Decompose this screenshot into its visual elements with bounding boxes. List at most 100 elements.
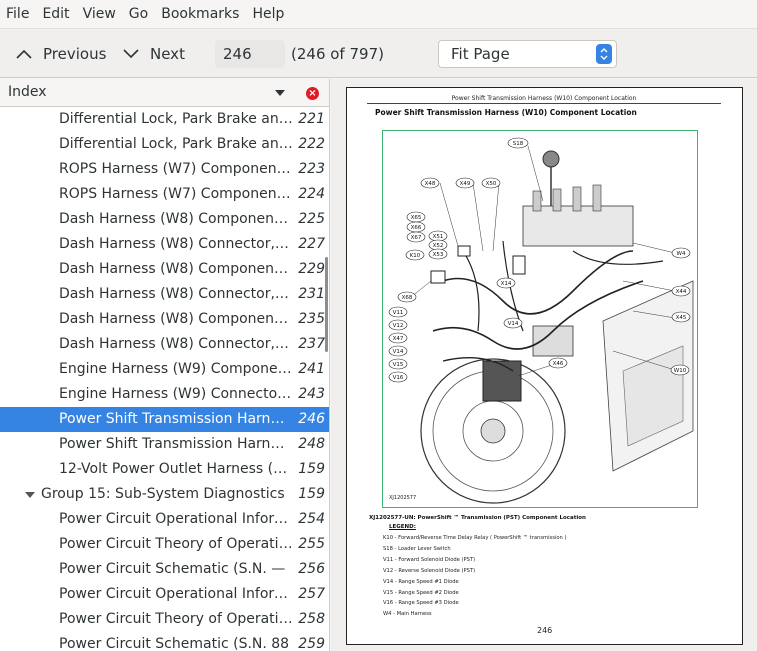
dropdown-arrow-icon[interactable] <box>275 90 285 96</box>
index-row-page: 256 <box>298 561 325 577</box>
legend-item: V12 - Reverse Solenoid Diode (PST) <box>383 567 476 574</box>
index-row-page: 227 <box>298 236 325 252</box>
index-row-page: 254 <box>298 511 325 527</box>
document-page: Power Shift Transmission Harness (W10) C… <box>346 87 743 645</box>
index-row[interactable]: Differential Lock, Park Brake and Transm… <box>0 132 329 157</box>
svg-text:X44: X44 <box>676 289 687 295</box>
svg-text:V12: V12 <box>393 323 404 329</box>
index-row[interactable]: Dash Harness (W8) Connector, Wire Color 2… <box>0 232 329 257</box>
index-row[interactable]: Power Shift Transmission Harness (W10) C… <box>0 407 329 432</box>
index-row[interactable]: Power Circuit Operational Information 257 <box>0 582 329 607</box>
index-row[interactable]: ROPS Harness (W7) Component Location 223 <box>0 157 329 182</box>
menu-file[interactable]: File <box>6 6 29 22</box>
next-button[interactable]: Next <box>122 41 185 67</box>
index-row-page: 159 <box>298 486 325 502</box>
next-label: Next <box>150 45 185 63</box>
index-row[interactable]: 12-Volt Power Outlet Harness (W11) Compo… <box>0 457 329 482</box>
index-row[interactable]: Dash Harness (W8) Connector, Wire Color 2… <box>0 332 329 357</box>
svg-text:W4: W4 <box>677 251 686 257</box>
menu-bar: File Edit View Go Bookmarks Help <box>0 0 757 28</box>
index-row-page: 221 <box>298 111 325 127</box>
sidebar-scrollbar[interactable] <box>325 257 328 352</box>
index-row-label: Dash Harness (W8) Connector, Wire Color <box>59 286 293 302</box>
index-row-label: Power Circuit Operational Information <box>59 586 293 602</box>
legend-heading: LEGEND: <box>389 524 416 530</box>
svg-text:X46: X46 <box>553 361 564 367</box>
index-row[interactable]: Dash Harness (W8) Connector, Wire Color 2… <box>0 282 329 307</box>
menu-edit[interactable]: Edit <box>42 6 69 22</box>
index-row[interactable]: Dash Harness (W8) Component Location 229 <box>0 257 329 282</box>
index-row-page: 255 <box>298 536 325 552</box>
legend-item: K10 - Forward/Reverse Time Delay Relay (… <box>383 535 567 541</box>
index-row[interactable]: Power Circuit Operational Information 254 <box>0 507 329 532</box>
menu-go[interactable]: Go <box>129 6 148 22</box>
close-icon[interactable]: × <box>306 87 319 100</box>
document-viewer[interactable]: Power Shift Transmission Harness (W10) C… <box>331 79 757 651</box>
page-heading: Power Shift Transmission Harness (W10) C… <box>375 108 637 117</box>
index-row[interactable]: Engine Harness (W9) Component Location 24… <box>0 357 329 382</box>
index-row[interactable]: Engine Harness (W9) Connector, Wire Colo… <box>0 382 329 407</box>
index-row[interactable]: Power Circuit Theory of Operation 255 <box>0 532 329 557</box>
index-row-label: Power Circuit Theory of Operation <box>59 536 293 552</box>
legend-item: S18 - Loader Lever Switch <box>383 545 451 552</box>
legend-item: V14 - Range Speed #1 Diode <box>383 578 459 585</box>
index-row-page: 258 <box>298 611 325 627</box>
sidebar-title: Index <box>8 84 47 100</box>
page-count: (246 of 797) <box>291 45 384 63</box>
index-row-page: 243 <box>298 386 325 402</box>
index-group-row[interactable]: Group 15: Sub-System Diagnostics 159 <box>0 482 329 507</box>
menu-bookmarks[interactable]: Bookmarks <box>161 6 239 22</box>
index-row[interactable]: ROPS Harness (W7) Component Location 224 <box>0 182 329 207</box>
svg-text:W10: W10 <box>674 368 687 374</box>
index-row[interactable]: Dash Harness (W8) Component Location 235 <box>0 307 329 332</box>
previous-button[interactable]: Previous <box>15 41 106 67</box>
svg-text:V15: V15 <box>393 362 404 368</box>
index-row-label: Power Shift Transmission Harness (W10) C… <box>59 436 293 452</box>
index-row[interactable]: Differential Lock, Park Brake and Transm… <box>0 107 329 132</box>
index-row-label: 12-Volt Power Outlet Harness (W11) Compo… <box>59 461 293 477</box>
expander-icon[interactable] <box>25 492 35 498</box>
index-row[interactable]: Power Circuit Theory of Operation 258 <box>0 607 329 632</box>
svg-text:X14: X14 <box>501 281 512 287</box>
index-row-label: Dash Harness (W8) Component Location <box>59 261 293 277</box>
index-row-label: Dash Harness (W8) Connector, Wire Color <box>59 336 293 352</box>
index-row-label: Dash Harness (W8) Component Location <box>59 311 293 327</box>
legend-item: V11 - Forward Solenoid Diode (PST) <box>383 556 476 563</box>
svg-text:X67: X67 <box>411 235 422 241</box>
index-row[interactable]: Power Circuit Schematic (S.N. 88 259 <box>0 632 329 651</box>
svg-text:V16: V16 <box>393 375 404 381</box>
svg-text:X49: X49 <box>460 181 471 187</box>
index-row-page: 237 <box>298 336 325 352</box>
svg-text:X51: X51 <box>433 234 444 240</box>
index-row-page: 231 <box>298 286 325 302</box>
page-number-input[interactable]: 246 <box>215 40 285 68</box>
toolbar: Previous Next 246 (246 of 797) Fit Page <box>0 28 757 78</box>
zoom-select[interactable]: Fit Page <box>438 40 617 68</box>
svg-text:S18: S18 <box>513 141 524 147</box>
svg-text:V11: V11 <box>393 310 404 316</box>
sidebar: Index × Differential Lock, Park Brake an… <box>0 79 330 651</box>
index-row-label: Dash Harness (W8) Connector, Wire Color <box>59 236 293 252</box>
index-row[interactable]: Dash Harness (W8) Component Location 225 <box>0 207 329 232</box>
menu-help[interactable]: Help <box>252 6 284 22</box>
index-row[interactable]: Power Circuit Schematic (S.N. — 256 <box>0 557 329 582</box>
page-number: 246 <box>537 626 553 635</box>
index-row-page: 224 <box>298 186 325 202</box>
svg-text:X52: X52 <box>433 243 444 249</box>
index-row[interactable]: Power Shift Transmission Harness (W10) C… <box>0 432 329 457</box>
component-location-figure: S18 X48 X49 X50 X65 X66 X67 X51 X52 X53 … <box>382 130 698 508</box>
svg-text:X48: X48 <box>425 181 436 187</box>
index-row-page: 248 <box>298 436 325 452</box>
svg-text:X68: X68 <box>402 295 413 301</box>
index-row-label: Power Circuit Schematic (S.N. 88 <box>59 636 290 651</box>
index-row-page: 257 <box>298 586 325 602</box>
index-row-label: ROPS Harness (W7) Component Location <box>59 186 293 202</box>
index-row-page: 225 <box>298 211 325 227</box>
index-row-page: 241 <box>298 361 325 377</box>
zoom-value: Fit Page <box>451 45 510 63</box>
previous-label: Previous <box>43 45 107 63</box>
chevron-down-icon <box>123 49 139 59</box>
menu-view[interactable]: View <box>83 6 116 22</box>
svg-text:X53: X53 <box>433 252 444 258</box>
svg-text:K10: K10 <box>410 253 421 259</box>
